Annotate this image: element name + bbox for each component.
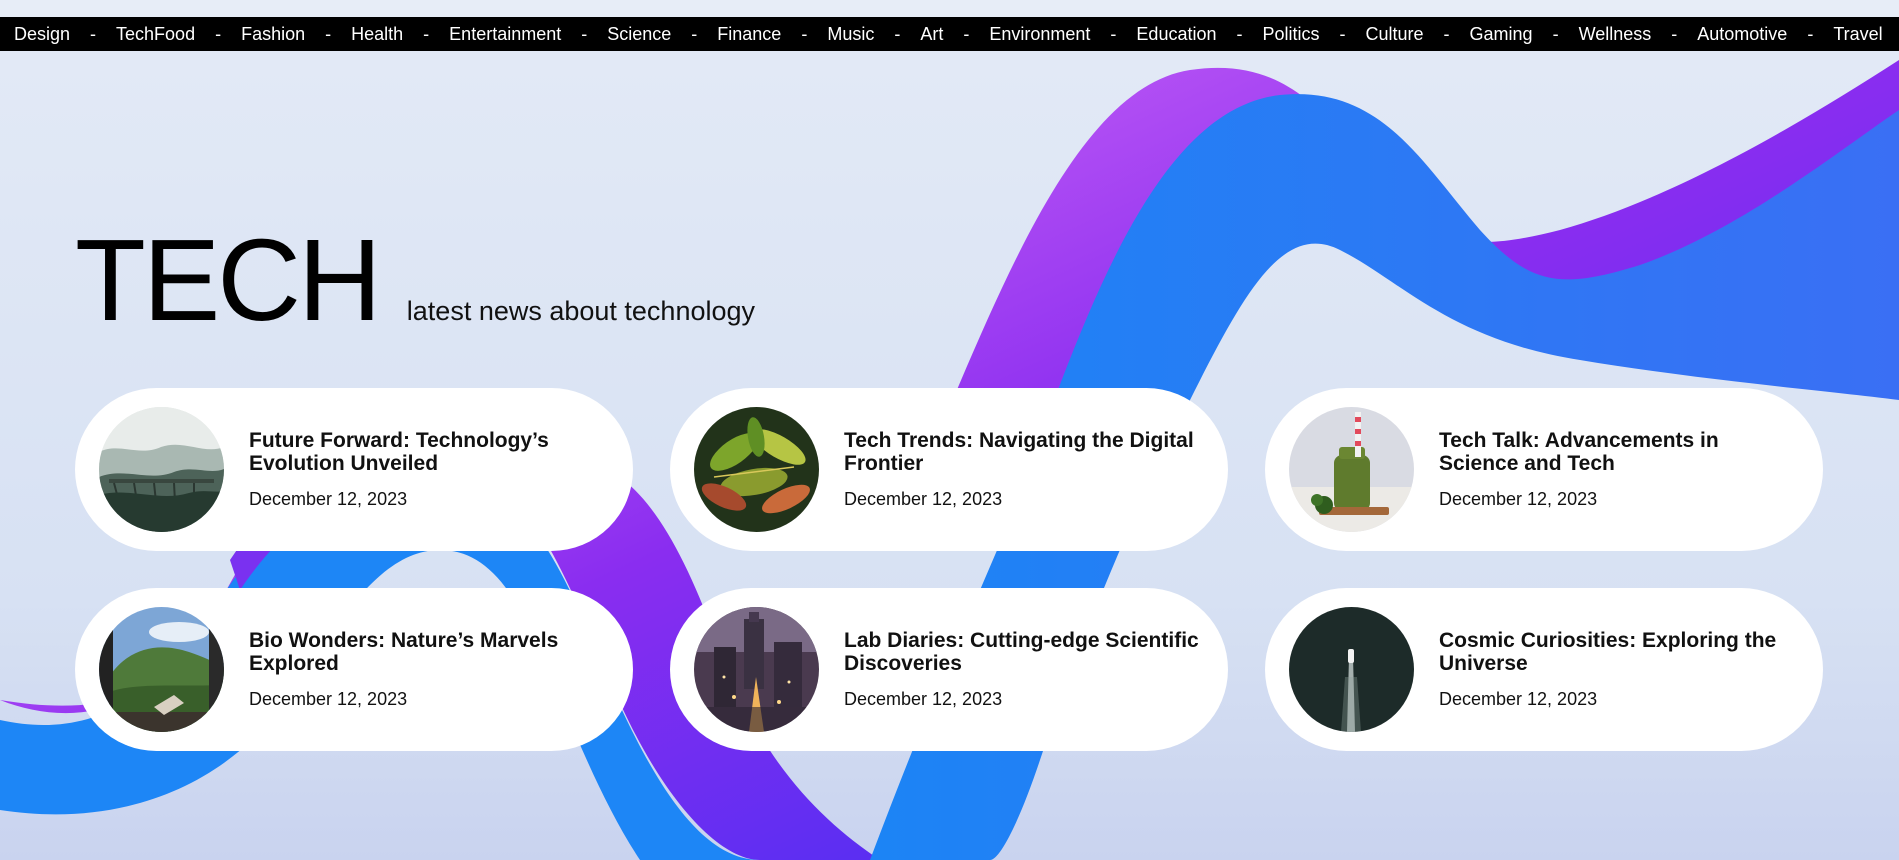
article-title[interactable]: Lab Diaries: Cutting-edge Scientific Dis… bbox=[844, 629, 1204, 675]
ticker-item-politics[interactable]: Politics bbox=[1262, 17, 1319, 51]
article-title[interactable]: Tech Trends: Navigating the Digital Fron… bbox=[844, 429, 1204, 475]
article-thumbnail[interactable] bbox=[694, 407, 819, 532]
city-night-street-image bbox=[694, 607, 819, 732]
ticker-item-environment[interactable]: Environment bbox=[989, 17, 1090, 51]
ticker-item-travel[interactable]: Travel bbox=[1833, 17, 1882, 51]
ticker-item-health[interactable]: Health bbox=[351, 17, 403, 51]
article-date: December 12, 2023 bbox=[1439, 689, 1598, 709]
ticker-separator: - bbox=[894, 23, 901, 44]
ticker-separator: - bbox=[581, 23, 588, 44]
article-card[interactable]: Tech Talk: Advancements in Science and T… bbox=[1265, 388, 1823, 551]
top-strip bbox=[0, 0, 1899, 17]
page-subtitle: latest news about technology bbox=[406, 296, 756, 326]
ticker-separator: - bbox=[1236, 23, 1243, 44]
ticker-item-techfood[interactable]: TechFood bbox=[116, 17, 195, 51]
ticker-separator: - bbox=[1671, 23, 1678, 44]
ticker-item-wellness[interactable]: Wellness bbox=[1579, 17, 1652, 51]
article-date: December 12, 2023 bbox=[1439, 489, 1598, 509]
article-card[interactable]: Tech Trends: Navigating the Digital Fron… bbox=[670, 388, 1228, 551]
article-card[interactable]: Future Forward: Technology’s Evolution U… bbox=[75, 388, 633, 551]
ticker-separator: - bbox=[423, 23, 430, 44]
article-thumbnail[interactable] bbox=[99, 407, 224, 532]
article-date: December 12, 2023 bbox=[249, 689, 408, 709]
article-text: Tech Trends: Navigating the Digital Fron… bbox=[844, 429, 1204, 510]
ticker-separator: - bbox=[1443, 23, 1450, 44]
article-text: Bio Wonders: Nature’s Marvels Explored D… bbox=[249, 629, 609, 710]
ticker-item-science[interactable]: Science bbox=[607, 17, 671, 51]
green-smoothie-bottle-image bbox=[1289, 407, 1414, 532]
article-thumbnail[interactable] bbox=[1289, 407, 1414, 532]
ticker-items: Design - TechFood - Fashion - Health - Entertain… bbox=[0, 17, 1899, 51]
article-text: Lab Diaries: Cutting-edge Scientific Dis… bbox=[844, 629, 1204, 710]
ticker-separator: - bbox=[1110, 23, 1117, 44]
ticker-separator: - bbox=[325, 23, 332, 44]
ticker-item-gaming[interactable]: Gaming bbox=[1470, 17, 1533, 51]
ticker-separator: - bbox=[215, 23, 222, 44]
ticker-item-culture[interactable]: Culture bbox=[1366, 17, 1424, 51]
croton-plant-leaves-image bbox=[694, 407, 819, 532]
article-title[interactable]: Future Forward: Technology’s Evolution U… bbox=[249, 429, 609, 475]
ticker-item-finance[interactable]: Finance bbox=[717, 17, 781, 51]
article-thumbnail[interactable] bbox=[99, 607, 224, 732]
article-date: December 12, 2023 bbox=[844, 489, 1003, 509]
article-title[interactable]: Bio Wonders: Nature’s Marvels Explored bbox=[249, 629, 609, 675]
ticker-item-music[interactable]: Music bbox=[827, 17, 874, 51]
ticker-item-automotive[interactable]: Automotive bbox=[1697, 17, 1787, 51]
article-title[interactable]: Tech Talk: Advancements in Science and T… bbox=[1439, 429, 1799, 475]
article-date: December 12, 2023 bbox=[844, 689, 1003, 709]
article-card[interactable]: Bio Wonders: Nature’s Marvels Explored D… bbox=[75, 588, 633, 751]
category-ticker: Design - TechFood - Fashion - Health - Entertain… bbox=[0, 17, 1899, 51]
article-text: Future Forward: Technology’s Evolution U… bbox=[249, 429, 609, 510]
ticker-separator: - bbox=[691, 23, 698, 44]
article-card[interactable]: Cosmic Curiosities: Exploring the Univer… bbox=[1265, 588, 1823, 751]
boat-on-dark-sea-image bbox=[1289, 607, 1414, 732]
article-title[interactable]: Cosmic Curiosities: Exploring the Univer… bbox=[1439, 629, 1799, 675]
ticker-item-education[interactable]: Education bbox=[1136, 17, 1216, 51]
article-thumbnail[interactable] bbox=[694, 607, 819, 732]
ticker-item-design[interactable]: Design bbox=[14, 17, 70, 51]
ticker-separator: - bbox=[1883, 24, 1899, 45]
ticker-separator: - bbox=[1552, 23, 1559, 44]
mountain-window-view-image bbox=[99, 607, 224, 732]
ticker-item-fashion[interactable]: Fashion bbox=[241, 17, 305, 51]
article-thumbnail[interactable] bbox=[1289, 607, 1414, 732]
page-title: TECH bbox=[75, 215, 382, 345]
hero-heading: TECH latest news about technology bbox=[75, 222, 755, 338]
ticker-separator: - bbox=[1807, 23, 1814, 44]
ticker-item-entertainment[interactable]: Entertainment bbox=[449, 17, 561, 51]
article-card[interactable]: Lab Diaries: Cutting-edge Scientific Dis… bbox=[670, 588, 1228, 751]
article-text: Cosmic Curiosities: Exploring the Univer… bbox=[1439, 629, 1799, 710]
ticker-separator: - bbox=[801, 23, 808, 44]
ticker-separator: - bbox=[963, 23, 970, 44]
ticker-item-art[interactable]: Art bbox=[920, 17, 943, 51]
ticker-separator: - bbox=[90, 23, 97, 44]
article-grid: Future Forward: Technology’s Evolution U… bbox=[75, 388, 1825, 751]
article-date: December 12, 2023 bbox=[249, 489, 408, 509]
misty-forest-bridge-image bbox=[99, 407, 224, 532]
article-text: Tech Talk: Advancements in Science and T… bbox=[1439, 429, 1799, 510]
ticker-separator: - bbox=[1339, 23, 1346, 44]
